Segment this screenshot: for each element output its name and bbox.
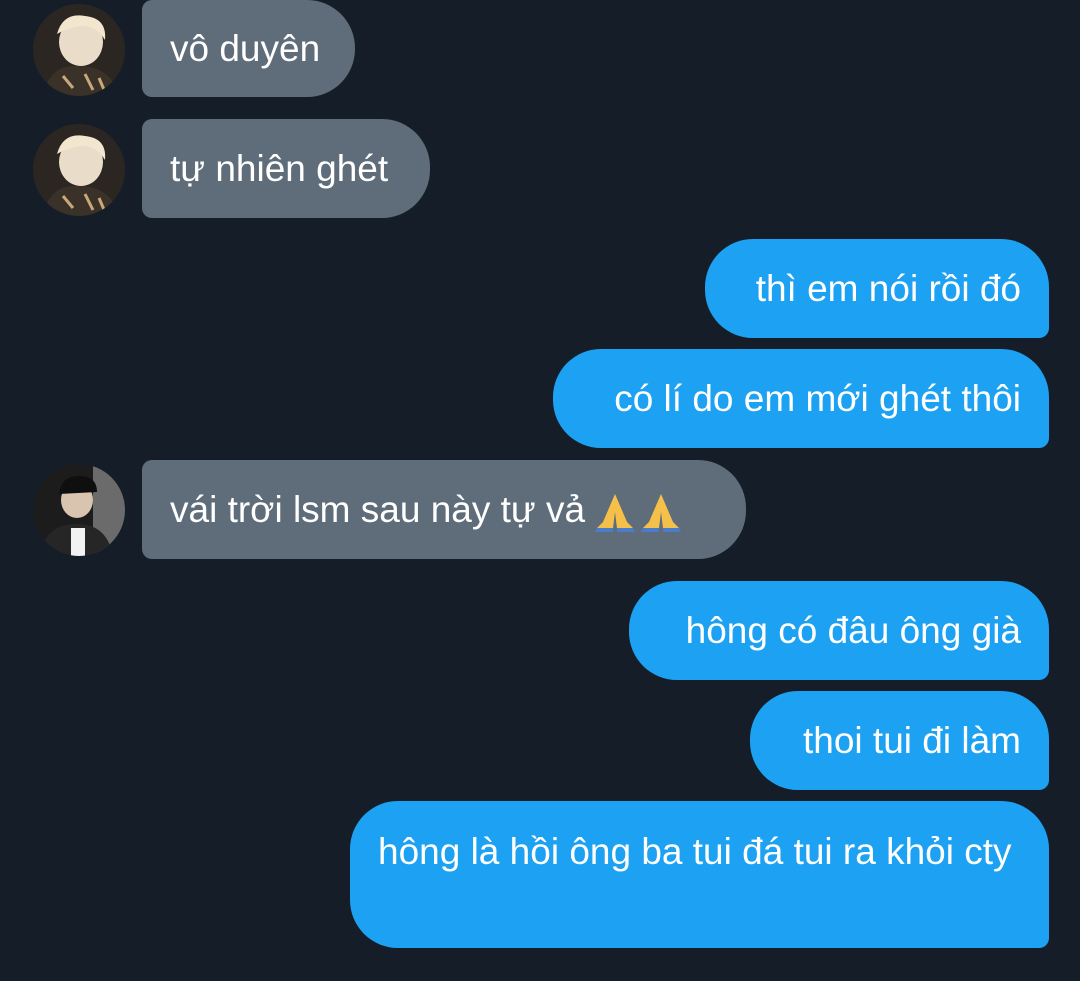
message-text: thì em nói rồi đó [755, 267, 1021, 309]
outgoing-message-bubble[interactable]: thoi tui đi làm [750, 691, 1049, 790]
outgoing-message-bubble[interactable]: thì em nói rồi đó [705, 239, 1049, 338]
message-text: thoi tui đi làm [803, 719, 1021, 761]
avatar[interactable] [33, 124, 125, 216]
message-text: tự nhiên ghét [170, 147, 389, 189]
outgoing-message-bubble[interactable]: hông có đâu ông già [629, 581, 1049, 680]
avatar[interactable] [33, 4, 125, 96]
outgoing-message-bubble[interactable]: có lí do em mới ghét thôi [553, 349, 1049, 448]
incoming-message-bubble[interactable]: vô duyên [142, 0, 355, 97]
message-text: hông là hồi ông ba tui đá tui ra khỏi ct… [378, 831, 1012, 872]
message-text: vái trời lsm sau này tự vả [170, 488, 586, 530]
folded-hands-icon [639, 487, 683, 533]
avatar[interactable] [33, 464, 125, 556]
folded-hands-icon [593, 487, 637, 533]
message-text: có lí do em mới ghét thôi [614, 377, 1021, 419]
message-text: vô duyên [170, 27, 321, 69]
outgoing-message-bubble[interactable]: hông là hồi ông ba tui đá tui ra khỏi ct… [350, 801, 1049, 948]
incoming-message-bubble[interactable]: vái trời lsm sau này tự vả [142, 460, 746, 559]
chat-screen: vô duyên tự nhiên ghét thì em nói rồi đó… [0, 0, 1080, 981]
incoming-message-bubble[interactable]: tự nhiên ghét [142, 119, 430, 218]
message-text: hông có đâu ông già [685, 609, 1021, 651]
